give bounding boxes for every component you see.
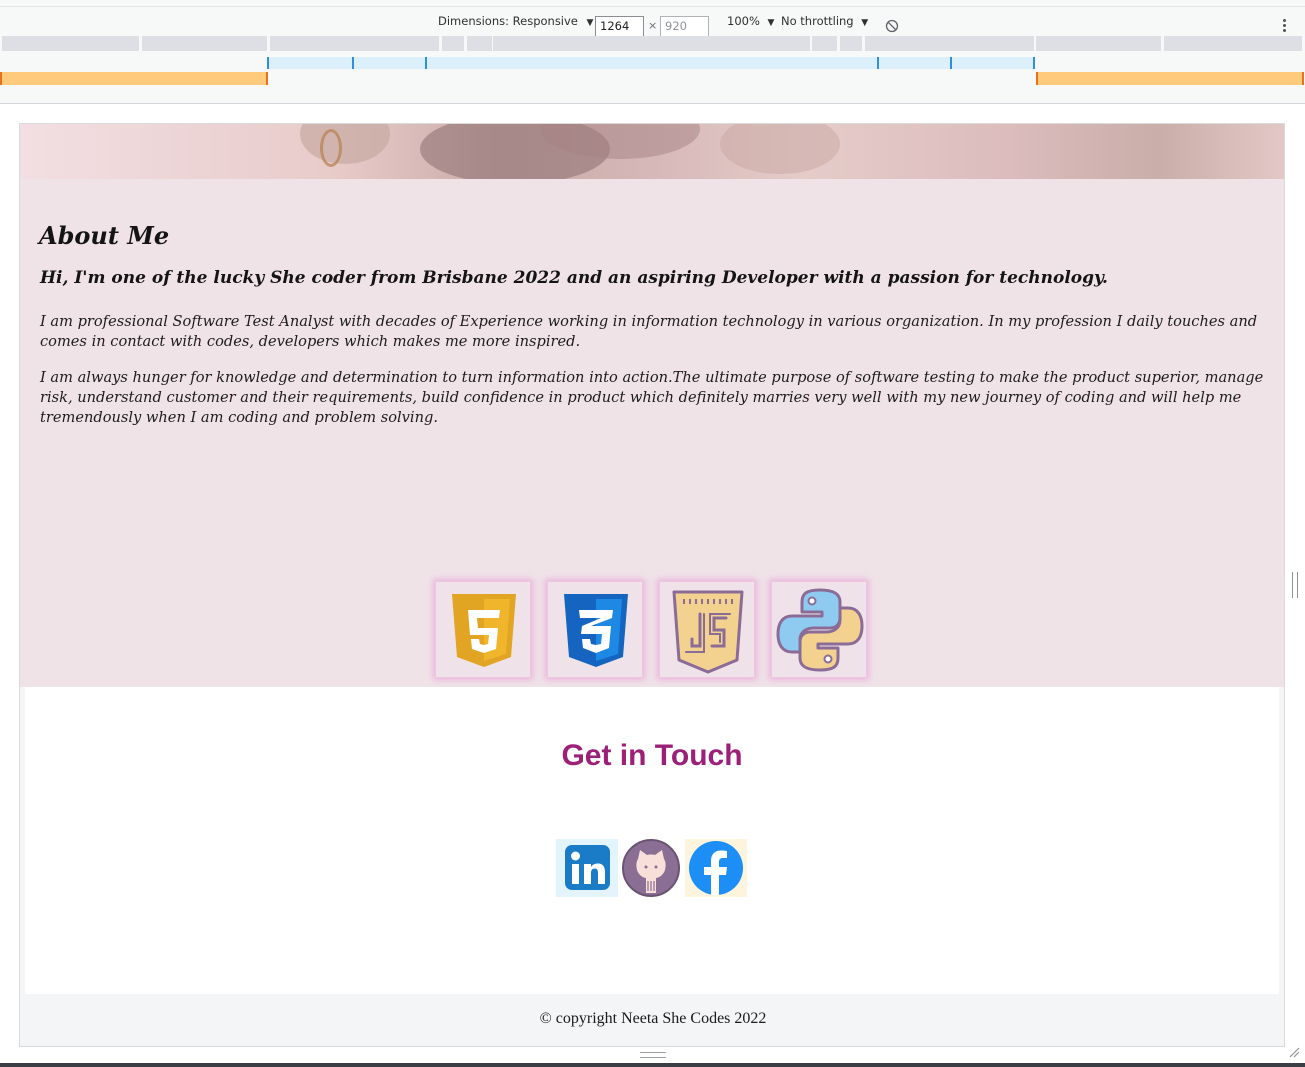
zoom-label: 100% [727, 14, 760, 28]
devtools-device-toolbar: Dimensions: Responsive ▼ 1264 × 920 100%… [0, 0, 1305, 104]
media-query-bar-max-width[interactable] [0, 36, 1305, 51]
emulated-viewport: About Me Hi, I'm one of the lucky She co… [19, 123, 1285, 1047]
chevron-down-icon: ▼ [861, 18, 869, 28]
dimension-separator: × [648, 19, 658, 32]
dimensions-dropdown[interactable]: Dimensions: Responsive ▼ [438, 14, 593, 28]
python-icon [771, 581, 867, 678]
about-paragraph: I am professional Software Test Analyst … [40, 313, 1258, 350]
device-toolbar-row: Dimensions: Responsive ▼ 1264 × 920 100%… [0, 6, 1305, 37]
github-icon[interactable] [620, 837, 682, 899]
viewport-resize-handle-bottom[interactable] [640, 1052, 666, 1058]
hero-image [20, 124, 1284, 179]
contact-section: Get in Touch [25, 687, 1279, 994]
about-lead: Hi, I'm one of the lucky She coder from … [40, 268, 1108, 288]
chevron-down-icon: ▼ [586, 18, 594, 28]
footer: © copyright Neeta She Codes 2022 [20, 994, 1284, 1046]
html5-icon [435, 581, 531, 678]
throttling-label: No throttling [781, 14, 854, 28]
resize-grip-icon[interactable] [1288, 1046, 1300, 1058]
more-options-icon[interactable] [1283, 19, 1287, 35]
taskbar-edge [0, 1063, 1305, 1067]
about-section: About Me Hi, I'm one of the lucky She co… [20, 179, 1284, 687]
media-query-bar-min-width[interactable] [0, 72, 1305, 85]
zoom-dropdown[interactable]: 100% ▼ [727, 14, 774, 28]
javascript-icon [659, 581, 755, 678]
chevron-down-icon: ▼ [767, 18, 775, 28]
width-input[interactable]: 1264 [595, 16, 644, 37]
copyright-text: © copyright Neeta She Codes 2022 [539, 1010, 767, 1027]
about-paragraph: I am always hunger for knowledge and det… [40, 369, 1264, 426]
skills-row [435, 581, 871, 678]
throttling-dropdown[interactable]: No throttling ▼ [781, 14, 868, 28]
viewport-resize-handle-right[interactable] [1292, 572, 1298, 598]
about-title: About Me [39, 221, 170, 250]
contact-title: Get in Touch [561, 739, 743, 772]
css3-icon [547, 581, 643, 678]
dimensions-label: Dimensions: Responsive [438, 14, 578, 28]
rotate-icon[interactable] [885, 19, 899, 33]
linkedin-icon[interactable] [556, 837, 618, 899]
height-input[interactable]: 920 [660, 16, 709, 37]
media-query-bar-range[interactable] [0, 57, 1305, 69]
facebook-icon[interactable] [685, 837, 747, 899]
